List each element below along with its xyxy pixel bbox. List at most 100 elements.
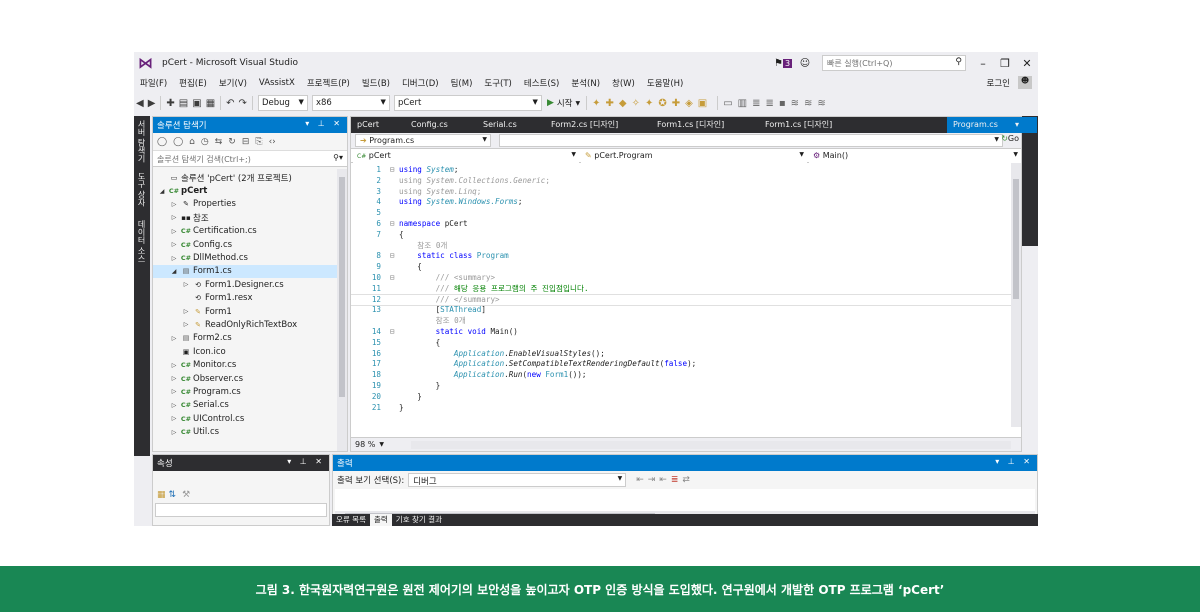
menu-item[interactable]: 디버그(D) [396, 77, 445, 89]
code-line[interactable]: 1 ⊟ using System; [351, 165, 1011, 176]
data-sources-tab[interactable]: 데이터 소스 [136, 220, 147, 263]
code-line[interactable]: 2 using System.Collections.Generic; [351, 176, 1011, 187]
expand-arrow-icon[interactable]: ▷ [169, 201, 179, 208]
code-line[interactable]: 5 [351, 208, 1011, 219]
close-button[interactable]: ✕ [1016, 57, 1038, 70]
menu-item[interactable]: VAssistX [253, 78, 301, 88]
redo-icon[interactable]: ↷ [239, 98, 247, 109]
server-explorer-tab[interactable]: 서버 탐색기 [136, 120, 147, 163]
tree-item[interactable]: ▷ C# Serial.cs [153, 399, 347, 412]
tree-item[interactable]: ▭ 솔루션 'pCert' (2개 프로젝트) [153, 171, 347, 184]
solution-search-input[interactable]: 솔루션 탐색기 검색(Ctrl+;) ⚲▾ [153, 151, 347, 167]
back-icon[interactable]: ◯ [157, 137, 167, 147]
menu-item[interactable]: 파일(F) [134, 77, 173, 89]
sync-icon[interactable]: ⇆ [215, 137, 223, 147]
member-select[interactable]: ⚙ Main() ▼ [809, 150, 1021, 163]
quick-launch-input[interactable]: 빠른 실행(Ctrl+Q) ⚲ [822, 55, 966, 71]
fold-toggle-icon[interactable]: ⊟ [385, 327, 399, 338]
tree-item[interactable]: ▷ C# Config.cs [153, 238, 347, 251]
categorized-icon[interactable]: ▦ [157, 490, 166, 500]
toolbox-tab[interactable]: 도구 상자 [136, 172, 147, 207]
tree-item[interactable]: ▣ Icon.ico [153, 345, 347, 358]
code-line[interactable]: 20 } [351, 392, 1011, 403]
code-line[interactable]: 11 /// 해당 응용 프로그램의 주 진입점입니다. [351, 284, 1011, 295]
pending-changes-icon[interactable]: ◷ [201, 137, 209, 147]
output-tool-icons[interactable]: ⇤⇥⇤≣⇄ [636, 475, 694, 485]
code-line[interactable]: 12 /// </summary> [351, 293, 1011, 307]
tree-item[interactable]: ◢ C# pCert [153, 184, 347, 197]
start-debug-button[interactable]: ▶ 시작 ▼ [547, 97, 580, 109]
fold-toggle-icon[interactable]: ⊟ [385, 165, 399, 176]
menu-item[interactable]: 편집(E) [173, 77, 213, 89]
tree-item[interactable]: ▷ C# Program.cs [153, 385, 347, 398]
bottom-tab[interactable]: 출력 [369, 514, 392, 526]
code-line[interactable]: 10 ⊟ /// <summary> [351, 273, 1011, 284]
output-source-select[interactable]: 디버그 ▼ [408, 473, 627, 487]
properties-grid[interactable] [155, 503, 327, 517]
document-tab[interactable]: Config.cs [405, 117, 454, 133]
menu-item[interactable]: 도구(T) [478, 77, 517, 89]
panel-controls[interactable]: ▾ ⊥ ✕ [287, 457, 325, 466]
secondary-select[interactable]: ▼ [499, 134, 1003, 147]
tree-item[interactable]: ▷ C# Util.cs [153, 425, 347, 437]
output-text-area[interactable] [335, 489, 1035, 511]
expand-arrow-icon[interactable]: ▷ [169, 402, 179, 409]
fold-toggle-icon[interactable]: ⊟ [385, 251, 399, 262]
code-area[interactable]: 1 ⊟ using System; 2 using System.Collections… [351, 163, 1011, 427]
bottom-tab[interactable]: 기호 찾기 결과 [392, 514, 446, 526]
expand-arrow-icon[interactable]: ▷ [169, 415, 179, 422]
menu-item[interactable]: 프로젝트(P) [301, 77, 356, 89]
startup-project-select[interactable]: pCert ▼ [393, 95, 542, 111]
menu-item[interactable]: 테스트(S) [518, 77, 566, 89]
tree-item[interactable]: ▷ ✎ Form1 [153, 305, 347, 318]
expand-arrow-icon[interactable]: ▷ [169, 228, 179, 235]
class-select[interactable]: ✎ pCert.Program ▼ [581, 150, 807, 163]
expand-arrow-icon[interactable]: ▷ [169, 214, 179, 221]
panel-controls[interactable]: ▾ ⊥ ✕ [305, 119, 343, 128]
format-icons[interactable]: ▭▥≣≣▪≋≋≋ [723, 98, 831, 109]
expand-arrow-icon[interactable]: ▷ [169, 255, 179, 262]
code-line[interactable]: 3 using System.Linq; [351, 187, 1011, 198]
menu-item[interactable]: 분석(N) [565, 77, 606, 89]
home-icon[interactable]: ⌂ [189, 137, 195, 147]
fold-toggle-icon[interactable]: ⊟ [385, 219, 399, 230]
document-tab[interactable]: Form2.cs [디자인] [545, 117, 624, 133]
bottom-tab[interactable]: 오류 목록 [332, 514, 370, 526]
expand-arrow-icon[interactable]: ▷ [169, 375, 179, 382]
tree-item[interactable]: ▷ ✎ ReadOnlyRichTextBox [153, 318, 347, 331]
zoom-level[interactable]: 98 % [351, 440, 375, 449]
property-pages-icon[interactable]: ⚒ [182, 490, 190, 500]
menu-item[interactable]: 창(W) [606, 77, 641, 89]
tree-item[interactable]: ▷ C# DllMethod.cs [153, 251, 347, 264]
minimize-button[interactable]: – [972, 57, 994, 70]
file-select[interactable]: ➔ Program.cs ▼ [355, 134, 491, 147]
menu-item[interactable]: 보기(V) [213, 77, 253, 89]
code-line[interactable]: 14 ⊟ static void Main() [351, 327, 1011, 338]
tree-item[interactable]: ▷ ▪▪ 참조 [153, 211, 347, 224]
refresh-icon[interactable]: ↻ [228, 137, 236, 147]
menu-item[interactable]: 도움말(H) [641, 77, 689, 89]
show-all-files-icon[interactable]: ⎘ [255, 137, 262, 147]
platform-select[interactable]: x86 ▼ [311, 95, 390, 111]
code-line[interactable]: 17 Application.SetCompatibleTextRenderin… [351, 359, 1011, 370]
code-line[interactable]: 9 { [351, 262, 1011, 273]
code-line[interactable]: 4 using System.Windows.Forms; [351, 197, 1011, 208]
go-button[interactable]: ↻Go [1001, 134, 1019, 143]
code-line[interactable]: 참조 0개 [351, 316, 1011, 327]
restore-button[interactable]: ❐ [994, 57, 1016, 70]
code-line[interactable]: 21} [351, 403, 1011, 414]
expand-arrow-icon[interactable]: ▷ [169, 335, 179, 342]
panel-controls[interactable]: ▾ ⊥ ✕ [995, 457, 1033, 466]
undo-icon[interactable]: ↶ [226, 98, 234, 109]
menu-item[interactable]: 빌드(B) [356, 77, 396, 89]
forward-icon[interactable]: ▶ [148, 98, 156, 109]
tree-item[interactable]: ⟲ Form1.resx [153, 292, 347, 305]
expand-arrow-icon[interactable]: ▷ [169, 241, 179, 248]
editor-vertical-scrollbar[interactable] [1011, 163, 1021, 427]
editor-horizontal-scrollbar[interactable] [411, 441, 1011, 449]
code-line[interactable]: 15 { [351, 338, 1011, 349]
code-line[interactable]: 16 Application.EnableVisualStyles(); [351, 349, 1011, 360]
code-line[interactable]: 참조 0개 [351, 241, 1011, 252]
fold-toggle-icon[interactable]: ⊟ [385, 273, 399, 284]
tree-item[interactable]: ▷ C# Certification.cs [153, 225, 347, 238]
